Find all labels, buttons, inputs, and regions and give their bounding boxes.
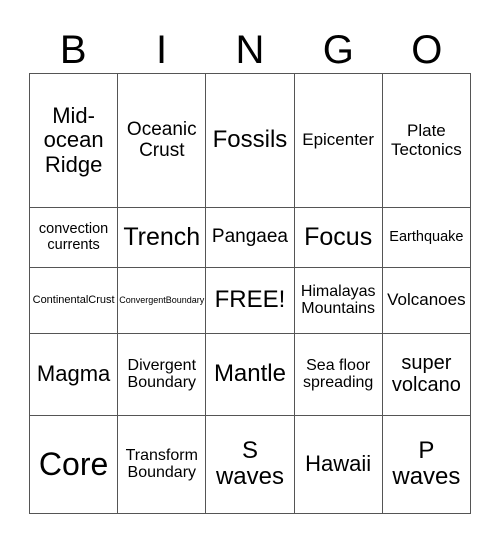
- bingo-cell[interactable]: Core: [28, 414, 119, 515]
- bingo-header: B I N G O: [29, 28, 471, 72]
- bingo-cell[interactable]: Earthquake: [381, 207, 472, 268]
- bingo-cell[interactable]: Mantle: [205, 332, 295, 416]
- bingo-cell[interactable]: Focus: [293, 207, 383, 268]
- bingo-cell[interactable]: super volcano: [381, 332, 472, 416]
- bingo-cell[interactable]: Fossils: [205, 72, 295, 209]
- header-letter-o: O: [411, 28, 443, 72]
- header-letter-n: N: [235, 28, 265, 72]
- bingo-cell[interactable]: Sea floor spreading: [293, 332, 383, 416]
- bingo-cell free-space[interactable]: FREE!: [205, 266, 295, 334]
- grid-row: ContinentalCrust ConvergentBoundary FREE…: [28, 266, 472, 334]
- bingo-cell[interactable]: ConvergentBoundary: [117, 266, 207, 334]
- header-letter-g: G: [322, 28, 354, 72]
- grid-row: convection currents Trench Pangaea Focus…: [28, 207, 472, 268]
- bingo-cell[interactable]: ContinentalCrust: [28, 266, 119, 334]
- grid-row: Mid-ocean Ridge Oceanic Crust Fossils Ep…: [28, 72, 472, 209]
- bingo-cell[interactable]: S waves: [205, 414, 295, 515]
- bingo-cell[interactable]: Hawaii: [293, 414, 383, 515]
- bingo-cell[interactable]: Transform Boundary: [117, 414, 207, 515]
- bingo-cell[interactable]: Divergent Boundary: [117, 332, 207, 416]
- bingo-cell[interactable]: Magma: [28, 332, 119, 416]
- header-letter-b: B: [59, 28, 87, 72]
- bingo-cell[interactable]: Pangaea: [205, 207, 295, 268]
- bingo-cell[interactable]: convection currents: [28, 207, 119, 268]
- grid-row: Magma Divergent Boundary Mantle Sea floo…: [28, 332, 472, 416]
- bingo-cell[interactable]: Oceanic Crust: [117, 72, 207, 209]
- bingo-cell[interactable]: Trench: [117, 207, 207, 268]
- bingo-cell[interactable]: Himalayas Mountains: [293, 266, 383, 334]
- bingo-grid: Mid-ocean Ridge Oceanic Crust Fossils Ep…: [28, 72, 472, 515]
- bingo-cell[interactable]: Volcanoes: [381, 266, 472, 334]
- header-letter-i: I: [156, 28, 168, 72]
- bingo-cell[interactable]: Epicenter: [293, 72, 383, 209]
- bingo-cell[interactable]: P waves: [381, 414, 472, 515]
- bingo-cell[interactable]: Plate Tectonics: [381, 72, 472, 209]
- grid-row: Core Transform Boundary S waves Hawaii P…: [28, 414, 472, 515]
- bingo-cell[interactable]: Mid-ocean Ridge: [28, 72, 119, 209]
